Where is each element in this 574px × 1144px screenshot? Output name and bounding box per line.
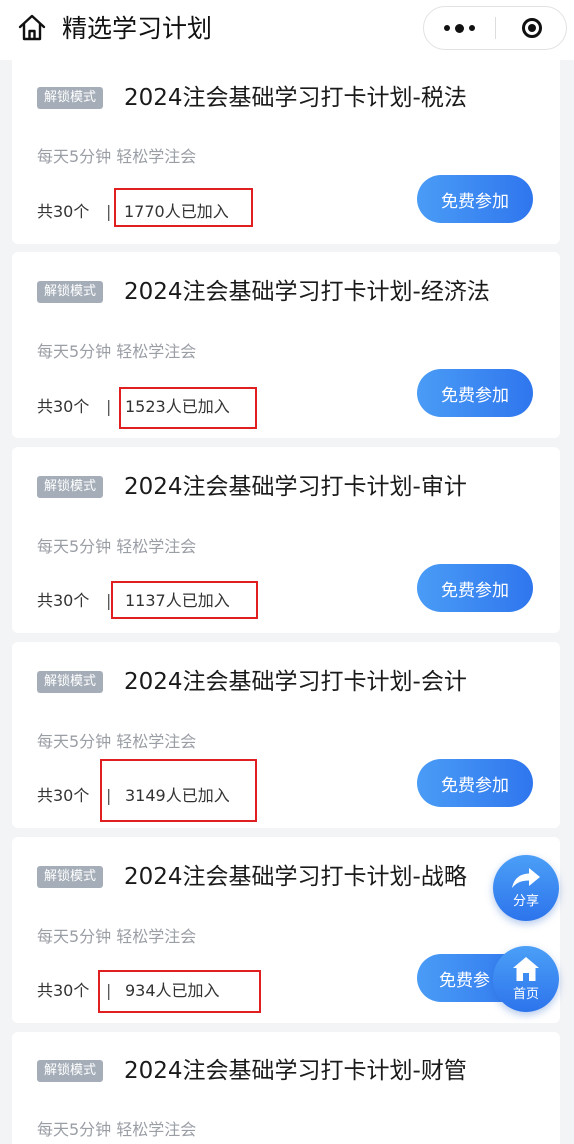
home-label: 首页 <box>512 987 539 1002</box>
plan-count: 共30个 <box>37 786 90 805</box>
separator: | <box>106 202 112 221</box>
plan-title: 2024注会基础学习打卡计划-战略 <box>124 864 467 890</box>
home-float-button[interactable]: 首页 <box>493 946 559 1012</box>
plan-count: 共30个 <box>37 202 90 221</box>
mode-tag: 解锁模式 <box>37 87 104 109</box>
plan-count: 共30个 <box>37 397 90 416</box>
more-dots-icon <box>444 23 475 33</box>
highlight-box <box>119 387 257 429</box>
plan-card[interactable]: 解锁模式 2024注会基础学习打卡计划-财管 每天5分钟 轻松学注会 <box>12 1032 560 1144</box>
plan-subtitle: 每天5分钟 轻松学注会 <box>37 927 197 946</box>
plan-subtitle: 每天5分钟 轻松学注会 <box>37 1120 197 1139</box>
close-circle-icon <box>521 18 542 38</box>
free-join-button[interactable]: 免费参加 <box>417 564 533 612</box>
highlight-box <box>100 759 257 822</box>
share-label: 分享 <box>512 894 539 909</box>
page-title: 精选学习计划 <box>62 14 213 43</box>
share-button[interactable]: 分享 <box>493 855 559 921</box>
plan-subtitle: 每天5分钟 轻松学注会 <box>37 147 197 166</box>
highlight-box <box>111 581 258 619</box>
mode-tag: 解锁模式 <box>37 281 104 303</box>
plan-subtitle: 每天5分钟 轻松学注会 <box>37 537 197 556</box>
plan-title: 2024注会基础学习打卡计划-财管 <box>124 1058 467 1084</box>
separator: | <box>106 397 112 416</box>
plan-count: 共30个 <box>37 591 90 610</box>
highlight-box <box>98 970 261 1013</box>
plan-title: 2024注会基础学习打卡计划-会计 <box>124 669 467 695</box>
plan-card[interactable]: 解锁模式 2024注会基础学习打卡计划-审计 每天5分钟 轻松学注会 共30个 … <box>12 447 560 633</box>
home-icon <box>513 957 539 981</box>
share-arrow-icon <box>512 868 540 888</box>
nav-bar: 精选学习计划 <box>0 0 574 60</box>
plan-count: 共30个 <box>37 981 90 1000</box>
free-join-button[interactable]: 免费参加 <box>417 759 533 807</box>
free-join-button[interactable]: 免费参加 <box>417 175 533 223</box>
plan-subtitle: 每天5分钟 轻松学注会 <box>37 342 197 361</box>
mode-tag: 解锁模式 <box>37 1060 104 1082</box>
mini-program-capsule <box>423 6 567 50</box>
mode-tag: 解锁模式 <box>37 671 104 693</box>
plan-title: 2024注会基础学习打卡计划-经济法 <box>124 279 490 305</box>
home-icon[interactable] <box>16 12 48 44</box>
plan-title: 2024注会基础学习打卡计划-税法 <box>124 85 467 111</box>
plan-subtitle: 每天5分钟 轻松学注会 <box>37 732 197 751</box>
mode-tag: 解锁模式 <box>37 476 104 498</box>
mode-tag: 解锁模式 <box>37 866 104 888</box>
close-button[interactable] <box>496 7 567 49</box>
plan-card[interactable]: 解锁模式 2024注会基础学习打卡计划-税法 每天5分钟 轻松学注会 共30个 … <box>12 54 560 244</box>
plan-card[interactable]: 解锁模式 2024注会基础学习打卡计划-战略 每天5分钟 轻松学注会 共30个 … <box>12 837 560 1023</box>
plan-title: 2024注会基础学习打卡计划-审计 <box>124 474 467 500</box>
more-button[interactable] <box>424 7 495 49</box>
free-join-button[interactable]: 免费参加 <box>417 369 533 417</box>
plan-card[interactable]: 解锁模式 2024注会基础学习打卡计划-经济法 每天5分钟 轻松学注会 共30个… <box>12 252 560 438</box>
highlight-box <box>114 188 253 227</box>
plan-card[interactable]: 解锁模式 2024注会基础学习打卡计划-会计 每天5分钟 轻松学注会 共30个 … <box>12 642 560 828</box>
